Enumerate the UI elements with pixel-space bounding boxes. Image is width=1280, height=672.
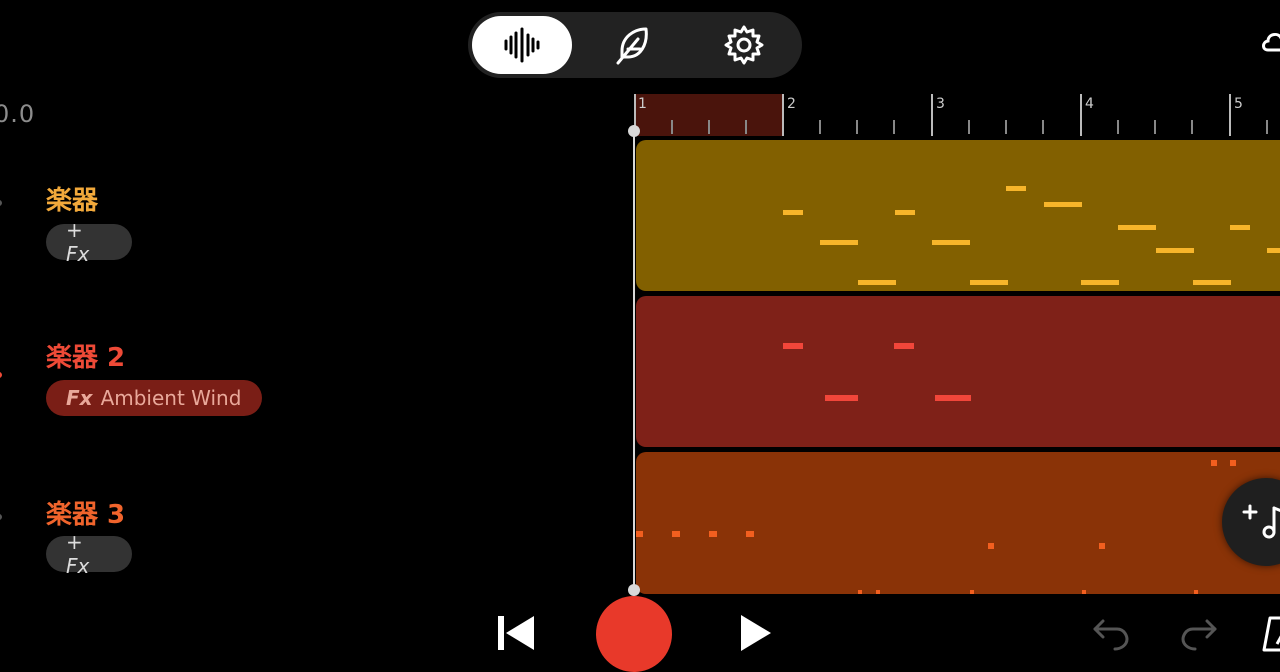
midi-note[interactable] xyxy=(1118,225,1156,230)
bar-line xyxy=(931,94,933,136)
record-button[interactable] xyxy=(596,596,672,672)
track-1-add-fx-button[interactable]: + Fx xyxy=(46,218,132,266)
track-2-fx-button[interactable]: Fx Ambient Wind xyxy=(46,380,262,416)
midi-note[interactable] xyxy=(1230,460,1236,466)
midi-note[interactable] xyxy=(709,531,717,537)
midi-note[interactable] xyxy=(1156,248,1194,253)
track-2-title[interactable]: 楽器 2 xyxy=(46,337,125,374)
midi-note[interactable] xyxy=(783,210,803,215)
gear-icon xyxy=(724,25,764,65)
beat-tick xyxy=(968,120,970,134)
playhead-handle[interactable] xyxy=(628,125,640,137)
track-1-title[interactable]: 楽器 xyxy=(46,180,98,217)
add-fx-label: + Fx xyxy=(66,530,90,578)
beat-tick xyxy=(1191,120,1193,134)
midi-note[interactable] xyxy=(672,531,680,537)
track-edge-marker xyxy=(0,372,2,378)
beat-tick xyxy=(1154,120,1156,134)
playhead-handle[interactable] xyxy=(628,584,640,596)
track-3-title[interactable]: 楽器 3 xyxy=(46,494,125,531)
bar-number: 5 xyxy=(1234,96,1243,112)
midi-note[interactable] xyxy=(932,240,970,245)
midi-note[interactable] xyxy=(1194,590,1198,594)
midi-note[interactable] xyxy=(636,531,643,537)
fx-prefix: Fx xyxy=(66,386,93,410)
bar-line xyxy=(782,94,784,136)
beat-tick xyxy=(1042,120,1044,134)
midi-note[interactable] xyxy=(894,343,914,349)
metronome-icon xyxy=(1262,616,1280,652)
tempo-readout: 0.0 xyxy=(0,100,36,128)
add-fx-label: + Fx xyxy=(66,218,90,266)
beat-tick xyxy=(1117,120,1119,134)
midi-note[interactable] xyxy=(858,280,896,285)
bar-number: 3 xyxy=(936,96,945,112)
midi-note[interactable] xyxy=(820,240,858,245)
cloud-icon[interactable] xyxy=(1260,26,1280,56)
track-3-add-fx-button[interactable]: + Fx xyxy=(46,530,132,578)
beat-tick xyxy=(856,120,858,134)
midi-note[interactable] xyxy=(1081,280,1119,285)
midi-note[interactable] xyxy=(876,590,880,594)
add-music-note-icon xyxy=(1242,504,1280,539)
undo-icon xyxy=(1093,619,1129,651)
midi-note[interactable] xyxy=(1267,248,1280,253)
skip-back-icon xyxy=(498,616,534,650)
redo-icon xyxy=(1181,619,1217,651)
mode-tab-tracks[interactable] xyxy=(472,16,572,74)
play-button[interactable] xyxy=(738,612,774,654)
midi-note[interactable] xyxy=(988,543,994,549)
track-2-region[interactable] xyxy=(636,296,1280,447)
beat-tick xyxy=(1005,120,1007,134)
midi-note[interactable] xyxy=(825,395,858,401)
track-edge-marker xyxy=(0,200,2,206)
playhead[interactable] xyxy=(633,130,635,592)
mode-tab-settings[interactable] xyxy=(694,16,794,74)
waveform-icon xyxy=(504,27,540,63)
feather-icon xyxy=(616,27,648,65)
midi-note[interactable] xyxy=(895,210,915,215)
midi-note[interactable] xyxy=(935,395,971,401)
midi-note[interactable] xyxy=(1193,280,1231,285)
midi-note[interactable] xyxy=(1230,225,1250,230)
midi-note[interactable] xyxy=(1044,202,1082,207)
midi-note[interactable] xyxy=(783,343,803,349)
skip-back-button[interactable] xyxy=(494,612,538,654)
midi-note[interactable] xyxy=(970,590,974,594)
track-edge-marker xyxy=(0,514,2,520)
midi-note[interactable] xyxy=(1211,460,1217,466)
beat-tick xyxy=(893,120,895,134)
bar-line xyxy=(1229,94,1231,136)
midi-note[interactable] xyxy=(858,590,862,594)
midi-note[interactable] xyxy=(746,531,754,537)
bar-line xyxy=(1080,94,1082,136)
mode-tab-compose[interactable] xyxy=(582,16,682,74)
track-1-region[interactable] xyxy=(636,140,1280,291)
beat-tick xyxy=(1266,120,1268,134)
beat-tick xyxy=(671,120,673,134)
beat-tick xyxy=(708,120,710,134)
midi-note[interactable] xyxy=(1006,186,1026,191)
midi-note[interactable] xyxy=(1099,543,1105,549)
bar-number: 1 xyxy=(638,96,647,112)
beat-tick xyxy=(819,120,821,134)
undo-button[interactable] xyxy=(1090,614,1132,652)
timeline-ruler[interactable]: 1 2 3 4 5 xyxy=(634,94,1280,136)
metronome-button[interactable] xyxy=(1262,614,1280,654)
track-3-region[interactable] xyxy=(636,452,1280,594)
fx-name: Ambient Wind xyxy=(100,386,242,410)
mode-segmented-control xyxy=(468,12,802,78)
bar-number: 4 xyxy=(1085,96,1094,112)
beat-tick xyxy=(745,120,747,134)
midi-note[interactable] xyxy=(1082,590,1086,594)
bar-number: 2 xyxy=(787,96,796,112)
play-icon xyxy=(741,615,771,651)
redo-button[interactable] xyxy=(1178,614,1220,652)
midi-note[interactable] xyxy=(970,280,1008,285)
